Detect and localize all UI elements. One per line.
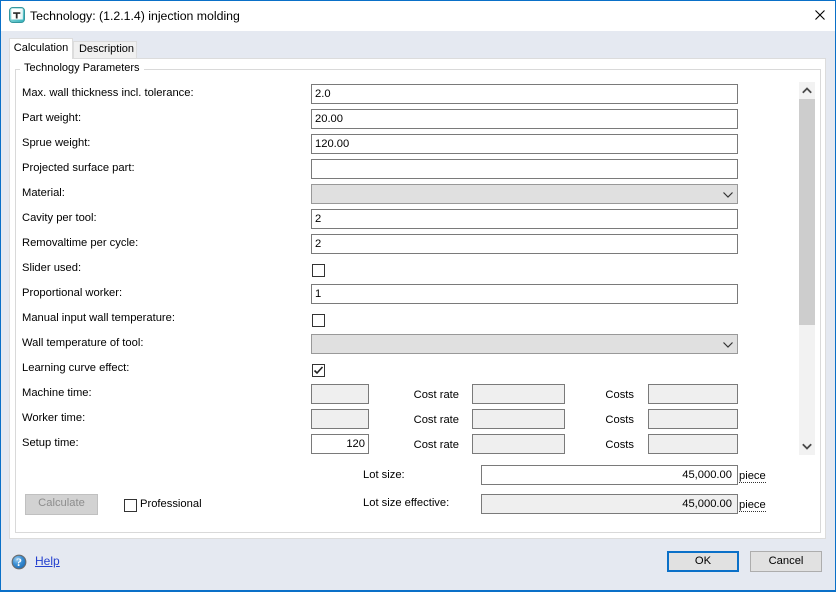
svg-text:?: ? bbox=[16, 555, 22, 569]
